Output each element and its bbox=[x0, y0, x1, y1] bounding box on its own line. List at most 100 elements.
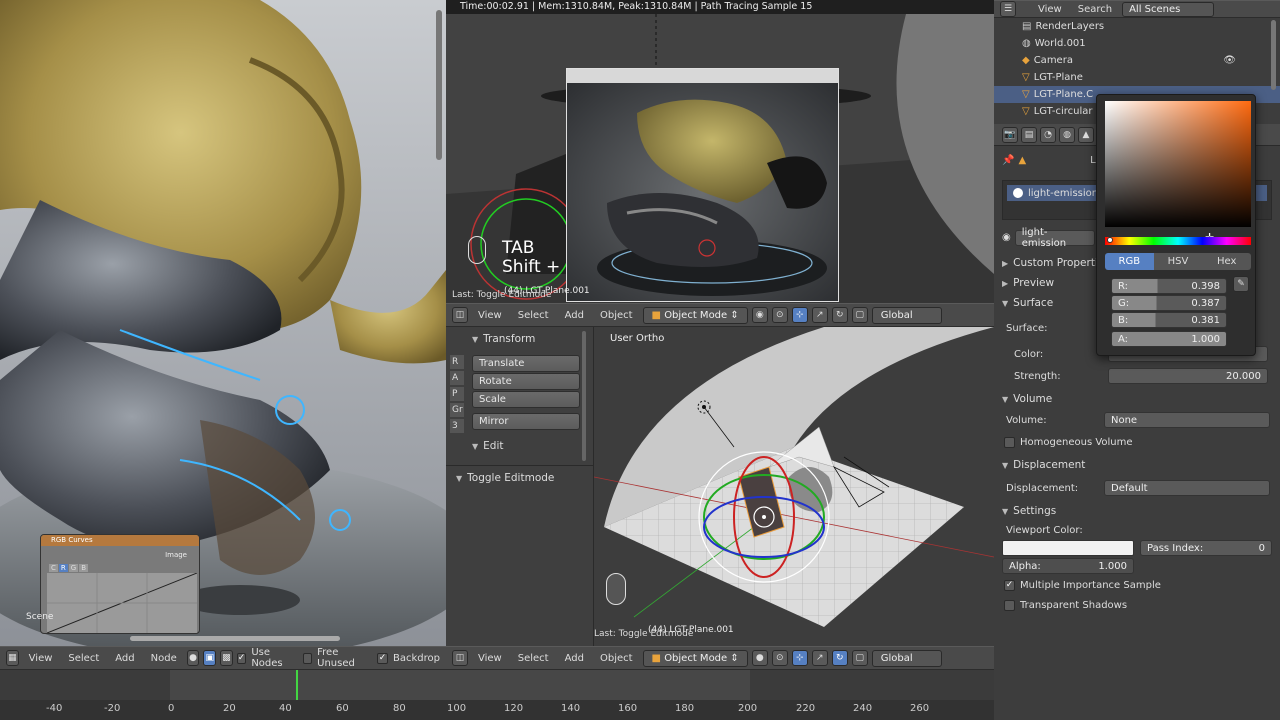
rgb-curves-node[interactable]: RGB Curves Image C R G B bbox=[40, 534, 200, 634]
tab-gr[interactable]: Gr bbox=[450, 403, 464, 417]
material-browse-icon[interactable]: ◉ bbox=[1002, 232, 1011, 243]
outliner-item-lgt-plane[interactable]: ▽ LGT-Plane bbox=[994, 69, 1280, 86]
eyedropper-icon[interactable]: ✎ bbox=[1233, 276, 1249, 292]
render-menu-view[interactable]: View bbox=[472, 310, 508, 321]
channel-r[interactable]: R bbox=[58, 564, 68, 572]
tool-shelf-scrollbar[interactable] bbox=[582, 331, 586, 461]
render-orientation-dropdown[interactable]: Global bbox=[871, 306, 942, 324]
channel-g[interactable]: G bbox=[68, 564, 79, 572]
tab-3[interactable]: 3 bbox=[450, 419, 464, 433]
render-menu-object[interactable]: Object bbox=[594, 310, 639, 321]
transform-panel-header[interactable]: ▼ Transform bbox=[472, 329, 580, 349]
scene-tab-icon[interactable]: ◔ bbox=[1040, 126, 1056, 143]
tab-r[interactable]: R bbox=[450, 355, 464, 369]
viewport-menu-object[interactable]: Object bbox=[594, 653, 639, 664]
viewport-orientation-dropdown[interactable]: Global bbox=[871, 649, 942, 667]
render-mode-dropdown[interactable]: ■ Object Mode ⇕ bbox=[642, 306, 748, 324]
translate-manip-icon[interactable]: ↗ bbox=[811, 650, 828, 666]
outliner-menu-view[interactable]: View bbox=[1032, 4, 1068, 15]
displacement-dropdown[interactable]: Default bbox=[1104, 480, 1270, 496]
tab-a[interactable]: A bbox=[450, 371, 464, 385]
translate-manip-icon[interactable]: ↗ bbox=[811, 307, 828, 323]
multiple-importance-toggle[interactable]: ✓ Multiple Importance Sample bbox=[1002, 575, 1272, 595]
outliner-scrollbar[interactable] bbox=[1271, 20, 1276, 90]
viewport-menu-view[interactable]: View bbox=[472, 653, 508, 664]
editor-type-3d-icon[interactable]: ◫ bbox=[452, 650, 468, 666]
edit-panel-header[interactable]: ▼ Edit bbox=[472, 436, 580, 456]
manipulator-icon[interactable]: ⊹ bbox=[791, 650, 808, 666]
menu-select[interactable]: Select bbox=[62, 653, 105, 664]
pin-icon[interactable]: 📌 bbox=[1002, 155, 1014, 166]
outliner-editor-icon[interactable]: ☰ bbox=[1000, 1, 1016, 17]
viewport-shading-icon[interactable]: ◉ bbox=[751, 307, 768, 323]
strength-field[interactable]: 20.000 bbox=[1108, 368, 1268, 384]
panel-displacement[interactable]: ▼ Displacement bbox=[1002, 455, 1272, 475]
pivot-icon[interactable]: ⊙ bbox=[771, 650, 788, 666]
render-viewport[interactable]: TAB Shift + Last: Toggle Editmode (44) L… bbox=[446, 14, 994, 303]
a-slider[interactable]: A: 1.000 bbox=[1111, 331, 1227, 347]
rgb-curves-channels[interactable]: C R G B bbox=[49, 564, 199, 572]
node-editor-scrollbar-v[interactable] bbox=[436, 10, 442, 160]
scale-manip-icon[interactable]: ▢ bbox=[851, 650, 868, 666]
viewport-menu-select[interactable]: Select bbox=[512, 653, 555, 664]
pivot-icon[interactable]: ⊙ bbox=[771, 307, 788, 323]
transparent-shadows-toggle[interactable]: Transparent Shadows bbox=[1002, 595, 1272, 615]
viewport-shading-icon[interactable]: ● bbox=[751, 650, 768, 666]
volume-dropdown[interactable]: None bbox=[1104, 412, 1270, 428]
timeline[interactable]: -40 -20 0 20 40 60 80 100 120 140 160 18… bbox=[0, 670, 994, 720]
compositing-icon[interactable]: ▣ bbox=[203, 650, 217, 666]
viewport-menu-add[interactable]: Add bbox=[559, 653, 590, 664]
texture-icon[interactable]: ▩ bbox=[220, 650, 233, 666]
scale-manip-icon[interactable]: ▢ bbox=[851, 307, 868, 323]
tab-p[interactable]: P bbox=[450, 387, 464, 401]
alpha-field[interactable]: Alpha: 1.000 bbox=[1002, 558, 1134, 574]
material-name-field[interactable]: light-emission bbox=[1014, 227, 1095, 249]
menu-add[interactable]: Add bbox=[109, 653, 140, 664]
channel-b[interactable]: B bbox=[79, 564, 89, 572]
r-slider[interactable]: R: 0.398 bbox=[1111, 278, 1227, 294]
render-menu-add[interactable]: Add bbox=[559, 310, 590, 321]
scale-button[interactable]: Scale bbox=[472, 391, 580, 408]
saturation-value-square[interactable]: ✛ bbox=[1105, 101, 1251, 244]
rotate-manip-icon[interactable]: ↻ bbox=[831, 307, 848, 323]
menu-node[interactable]: Node bbox=[145, 653, 183, 664]
panel-settings[interactable]: ▼ Settings bbox=[1002, 501, 1272, 521]
rotate-manip-icon[interactable]: ↻ bbox=[831, 650, 848, 666]
world-tab-icon[interactable]: ◍ bbox=[1059, 126, 1075, 143]
free-unused-toggle[interactable]: Free Unused bbox=[303, 647, 363, 669]
layers-tab-icon[interactable]: ▤ bbox=[1021, 126, 1037, 143]
menu-view[interactable]: View bbox=[23, 653, 59, 664]
g-slider[interactable]: G: 0.387 bbox=[1111, 295, 1227, 311]
panel-volume[interactable]: ▼ Volume bbox=[1002, 389, 1272, 409]
node-editor[interactable]: RGB Curves Image C R G B Scene bbox=[0, 0, 446, 646]
use-nodes-toggle[interactable]: ✓ Use Nodes bbox=[236, 647, 290, 669]
outliner-item-world[interactable]: ◍ World.001 bbox=[994, 35, 1280, 52]
current-frame-indicator[interactable] bbox=[296, 670, 298, 702]
mirror-button[interactable]: Mirror bbox=[472, 413, 580, 430]
b-slider[interactable]: B: 0.381 bbox=[1111, 312, 1227, 328]
outliner-scope-dropdown[interactable]: All Scenes bbox=[1122, 1, 1215, 17]
outliner-item-camera[interactable]: ◆ Camera 👁 bbox=[994, 52, 1280, 69]
render-menu-select[interactable]: Select bbox=[512, 310, 555, 321]
editor-type-icon[interactable]: ▦ bbox=[6, 650, 19, 666]
translate-button[interactable]: Translate bbox=[472, 355, 580, 372]
backdrop-toggle[interactable]: ✓ Backdrop bbox=[377, 652, 440, 664]
main-viewport[interactable]: User Ortho Last: Toggle Editmode (44) LG… bbox=[594, 327, 994, 646]
tab-hex[interactable]: Hex bbox=[1202, 253, 1252, 270]
visibility-eye-icon[interactable]: 👁 bbox=[1223, 55, 1236, 66]
channel-c[interactable]: C bbox=[49, 564, 58, 572]
rotate-button[interactable]: Rotate bbox=[472, 373, 580, 390]
viewport-mode-dropdown[interactable]: ■ Object Mode ⇕ bbox=[642, 649, 748, 667]
editor-type-3d-icon[interactable]: ◫ bbox=[452, 307, 468, 323]
shader-icon[interactable]: ● bbox=[186, 650, 200, 666]
outliner-item-renderlayers[interactable]: ▤ RenderLayers bbox=[994, 18, 1280, 35]
object-tab-icon[interactable]: ▲ bbox=[1078, 126, 1094, 143]
render-tab-icon[interactable]: 📷 bbox=[1002, 126, 1018, 143]
outliner-menu-search[interactable]: Search bbox=[1072, 4, 1118, 15]
manipulator-icon[interactable]: ⊹ bbox=[791, 307, 808, 323]
toggle-editmode-header[interactable]: ▼ Toggle Editmode bbox=[456, 468, 584, 488]
curve-area[interactable] bbox=[46, 572, 198, 633]
homogeneous-volume-toggle[interactable]: Homogeneous Volume bbox=[1002, 431, 1272, 453]
pass-index-field[interactable]: Pass Index: 0 bbox=[1140, 540, 1272, 556]
tab-rgb[interactable]: RGB bbox=[1105, 253, 1154, 270]
